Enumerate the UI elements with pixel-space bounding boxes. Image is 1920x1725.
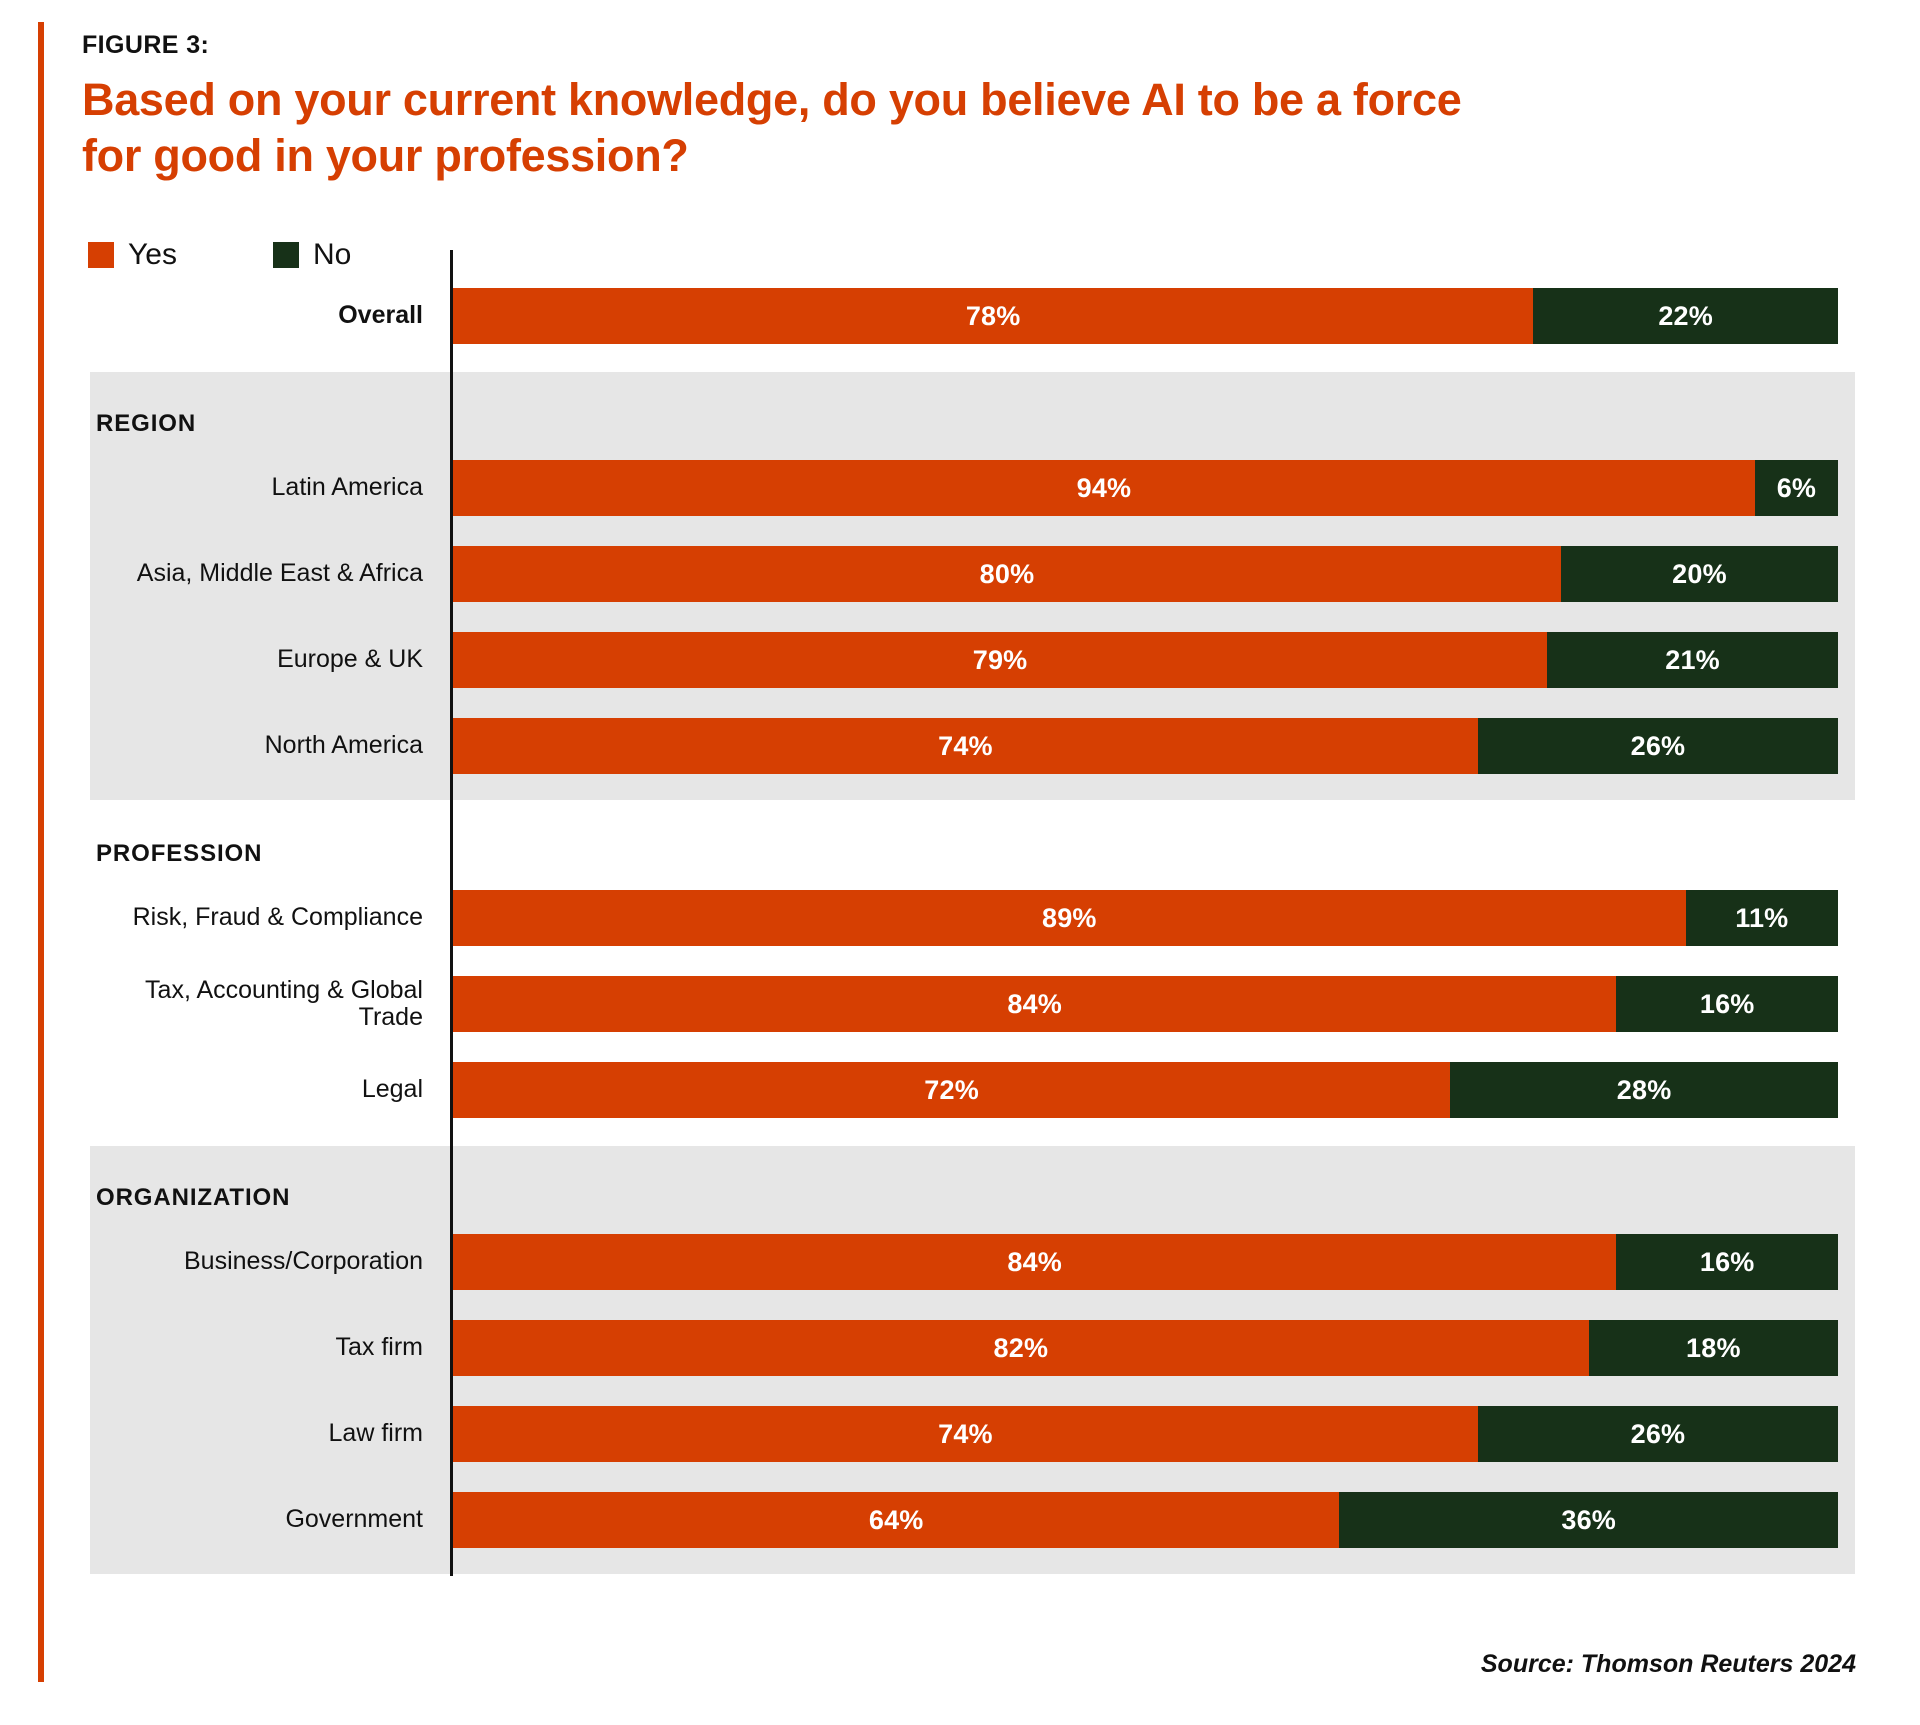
bar-track: 84% 16% [453,976,1838,1032]
bar-segment-yes: 84% [453,976,1617,1032]
bar-segment-no: 18% [1588,1320,1838,1376]
bar-segment-yes: 64% [453,1492,1340,1548]
bar-segment-no: 22% [1533,288,1838,344]
vertical-axis-line [450,250,453,1576]
bar-track: 78% 22% [453,288,1838,344]
chart-row: Latin America 94% 6% [90,460,1855,516]
bar-segment-yes: 74% [453,1406,1478,1462]
bar-track: 72% 28% [453,1062,1838,1118]
row-label: Risk, Fraud & Compliance [132,903,423,932]
chart-row: Risk, Fraud & Compliance 89% 11% [90,890,1855,946]
chart-row: Business/Corporation 84% 16% [90,1234,1855,1290]
bar-segment-yes: 94% [453,460,1755,516]
chart-row: Law firm 74% 26% [90,1406,1855,1462]
legend-swatch-yes [88,242,114,268]
stacked-bar-chart: Overall 78% 22% REGION Latin America 94% 6% Asi… [0,250,1920,1608]
bar-segment-yes: 74% [453,718,1478,774]
bar-segment-yes: 84% [453,1234,1617,1290]
bar-segment-yes: 78% [453,288,1534,344]
chart-row: Government 64% 36% [90,1492,1855,1548]
row-label: Asia, Middle East & Africa [136,559,423,588]
bar-segment-no: 21% [1547,632,1838,688]
chart-row: Tax firm 82% 18% [90,1320,1855,1376]
bar-track: 74% 26% [453,718,1838,774]
bar-track: 74% 26% [453,1406,1838,1462]
chart-legend: Yes No [88,240,351,270]
chart-row: North America 74% 26% [90,718,1855,774]
legend-label: No [312,238,352,271]
bar-segment-no: 36% [1339,1492,1838,1548]
row-label: Latin America [271,473,423,502]
figure-kicker: FIGURE 3: [82,31,210,59]
group-header-profession: PROFESSION [96,840,263,867]
bar-segment-no: 11% [1685,890,1838,946]
bar-segment-no: 6% [1754,460,1838,516]
bar-segment-no: 20% [1561,546,1838,602]
bar-segment-yes: 82% [453,1320,1589,1376]
bar-track: 64% 36% [453,1492,1838,1548]
group-header-organization: ORGANIZATION [96,1184,291,1211]
bar-track: 80% 20% [453,546,1838,602]
bar-track: 82% 18% [453,1320,1838,1376]
bar-segment-yes: 89% [453,890,1686,946]
group-header-region: REGION [96,410,197,437]
row-label: Tax firm [335,1333,424,1362]
chart-row: Asia, Middle East & Africa 80% 20% [90,546,1855,602]
chart-row: Tax, Accounting & Global Trade 84% 16% [90,976,1855,1032]
bar-segment-no: 16% [1616,976,1838,1032]
bar-track: 89% 11% [453,890,1838,946]
figure-header: FIGURE 3: Based on your current knowledg… [82,30,1872,184]
bar-track: 79% 21% [453,632,1838,688]
bar-segment-no: 26% [1477,718,1838,774]
bar-segment-no: 16% [1616,1234,1838,1290]
bar-segment-no: 26% [1477,1406,1838,1462]
bar-segment-yes: 72% [453,1062,1451,1118]
page-title: Based on your current knowledge, do you … [82,74,1462,181]
chart-row: Overall 78% 22% [90,288,1855,344]
legend-item-yes: Yes [88,240,177,270]
row-label: Legal [361,1075,423,1104]
row-label: Overall [338,301,423,330]
row-label: Law firm [328,1419,423,1448]
bar-track: 84% 16% [453,1234,1838,1290]
row-label: Europe & UK [277,645,423,674]
source-note: Source: Thomson Reuters 2024 [1480,1650,1856,1678]
legend-label: Yes [128,238,177,271]
row-label: Tax, Accounting & Global Trade [145,975,423,1031]
bar-segment-no: 28% [1450,1062,1838,1118]
bar-segment-yes: 79% [453,632,1548,688]
legend-item-no: No [272,238,352,271]
legend-swatch-no [272,242,299,268]
chart-row: Europe & UK 79% 21% [90,632,1855,688]
chart-row: Legal 72% 28% [90,1062,1855,1118]
bar-track: 94% 6% [453,460,1838,516]
bar-segment-yes: 80% [453,546,1561,602]
row-label: Government [285,1505,423,1534]
row-label: Business/Corporation [183,1247,423,1276]
row-label: North America [264,731,423,760]
